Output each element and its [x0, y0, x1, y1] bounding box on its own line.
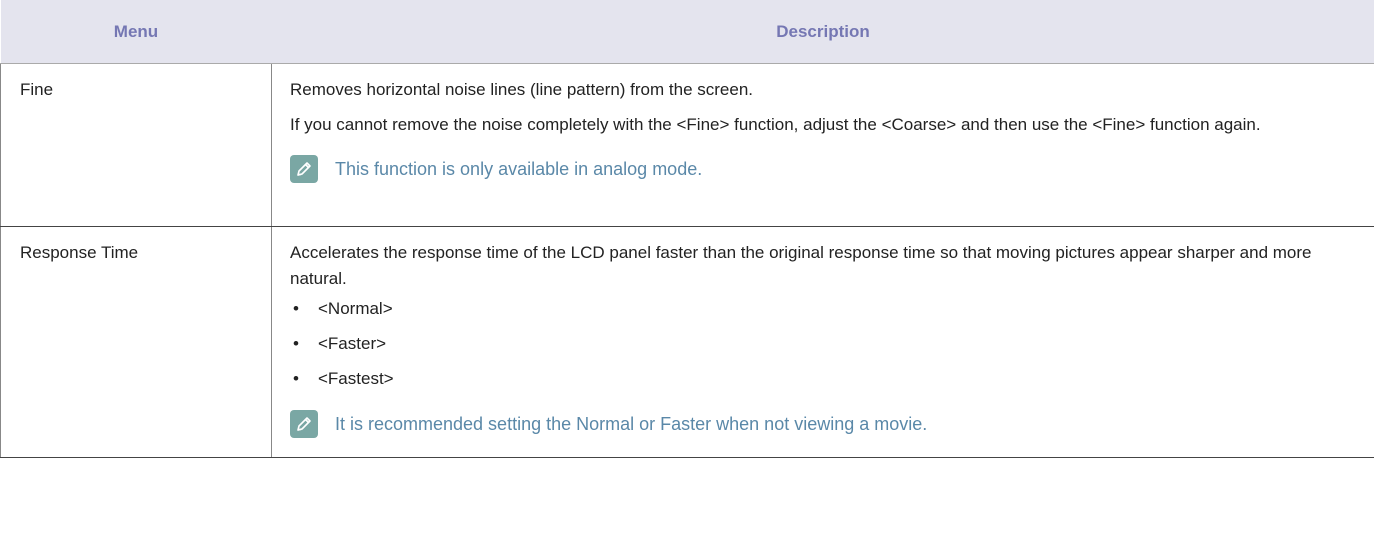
- table-header-row: Menu Description: [0, 0, 1374, 64]
- menu-description-table: Menu Description Fine Removes horizontal…: [0, 0, 1374, 458]
- description-cell-response-time: Accelerates the response time of the LCD…: [271, 226, 1374, 458]
- response-time-options: <Normal> <Faster> <Fastest>: [290, 296, 1345, 392]
- note-box: It is recommended setting the Normal or …: [290, 410, 1345, 438]
- table-row-fine: Fine Removes horizontal noise lines (lin…: [0, 63, 1374, 227]
- note-box: This function is only available in analo…: [290, 155, 1345, 183]
- menu-cell-response-time: Response Time: [0, 226, 272, 458]
- description-paragraph: Accelerates the response time of the LCD…: [290, 243, 1312, 288]
- description-paragraph: Removes horizontal noise lines (line pat…: [290, 80, 753, 99]
- menu-cell-fine: Fine: [0, 63, 272, 227]
- list-item: <Fastest>: [290, 366, 1345, 392]
- list-item: <Normal>: [290, 296, 1345, 322]
- header-description: Description: [271, 0, 1374, 64]
- table-row-response-time: Response Time Accelerates the response t…: [0, 226, 1374, 458]
- pencil-note-icon: [290, 410, 318, 438]
- description-paragraph: If you cannot remove the noise completel…: [290, 115, 1261, 134]
- note-text: This function is only available in analo…: [335, 159, 703, 179]
- description-cell-fine: Removes horizontal noise lines (line pat…: [271, 63, 1374, 227]
- header-menu: Menu: [0, 0, 272, 64]
- note-text: It is recommended setting the Normal or …: [335, 414, 928, 434]
- pencil-note-icon: [290, 155, 318, 183]
- list-item: <Faster>: [290, 331, 1345, 357]
